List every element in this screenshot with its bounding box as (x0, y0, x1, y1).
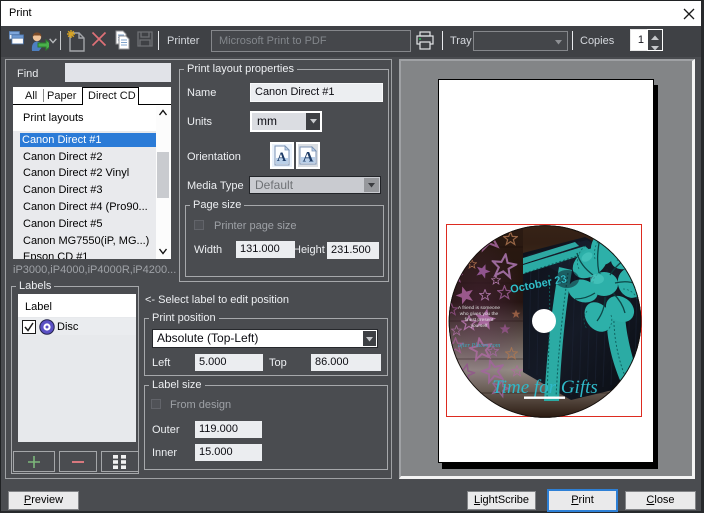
svg-text:A friend is someone: A friend is someone (458, 305, 500, 311)
svg-text:yourself: yourself (471, 323, 488, 329)
svg-text:finest present: finest present (465, 317, 494, 323)
svg-text:after Places com: after Places com (458, 342, 501, 349)
svg-text:A: A (277, 149, 287, 164)
svg-text:who gives you the: who gives you the (460, 311, 499, 317)
svg-text:Time for Gifts: Time for Gifts (492, 377, 598, 398)
svg-text:A: A (303, 150, 314, 166)
